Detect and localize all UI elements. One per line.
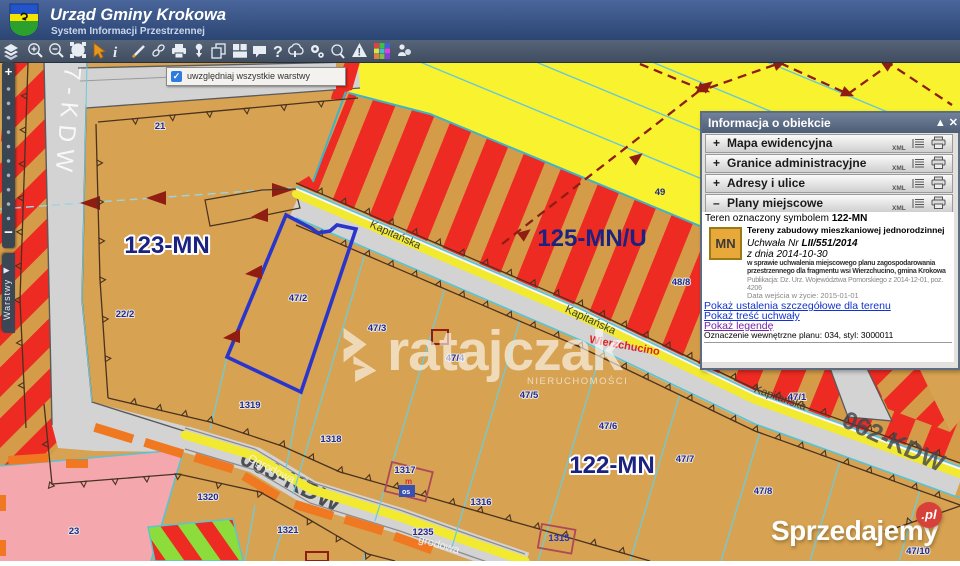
svg-text:47/7: 47/7: [676, 454, 695, 465]
svg-text:?: ?: [273, 44, 283, 61]
svg-text:47/8: 47/8: [754, 486, 773, 497]
svg-text:22/2: 22/2: [116, 309, 135, 320]
svg-text:47/10: 47/10: [906, 546, 930, 557]
svg-text:i: i: [113, 45, 118, 61]
svg-text:47/2: 47/2: [289, 293, 308, 304]
svg-text:m: m: [405, 477, 412, 486]
svg-text:123-MN: 123-MN: [124, 232, 209, 259]
svg-text:125-MN/U: 125-MN/U: [537, 225, 646, 252]
svg-text:1317: 1317: [394, 465, 415, 476]
svg-text:1315: 1315: [548, 533, 570, 544]
svg-text:23: 23: [69, 526, 80, 537]
svg-text:47/4: 47/4: [446, 353, 465, 364]
svg-text:21: 21: [155, 121, 166, 132]
svg-text:122-MN: 122-MN: [569, 452, 654, 479]
svg-text:!: !: [358, 47, 362, 59]
svg-text:49: 49: [655, 187, 666, 198]
svg-text:1320: 1320: [197, 492, 218, 503]
svg-text:47/3: 47/3: [368, 323, 387, 334]
svg-text:1321: 1321: [277, 525, 299, 536]
svg-text:1318: 1318: [320, 434, 341, 445]
svg-text:47/6: 47/6: [599, 421, 618, 432]
svg-text:48/8: 48/8: [672, 277, 691, 288]
svg-text:1319: 1319: [239, 400, 260, 411]
svg-text:47/5: 47/5: [520, 390, 539, 401]
svg-text:1316: 1316: [470, 497, 491, 508]
svg-text:os: os: [402, 489, 410, 496]
